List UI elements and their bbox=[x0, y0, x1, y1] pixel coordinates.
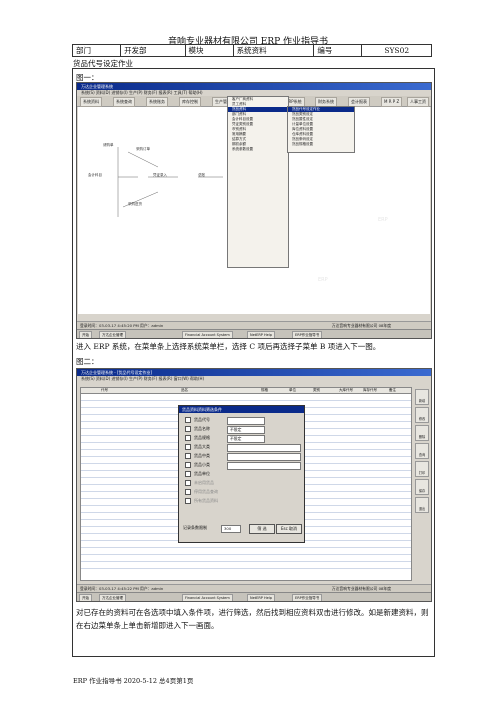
field-unit-row: 货品单位 bbox=[185, 470, 210, 478]
field-big-class-input[interactable] bbox=[227, 444, 301, 452]
fig2-grid-header: 代号 品名 规格 单位 类别 大库代号 库存代号 备注 bbox=[81, 388, 411, 394]
fig1-tool-2[interactable]: 系统查询 bbox=[113, 97, 135, 107]
field-code-row: 货品代号 bbox=[185, 416, 210, 424]
fig2-task-4[interactable]: ERP作业指导书 bbox=[292, 594, 323, 601]
field-spec-row: 货品规格 bbox=[185, 434, 210, 442]
fig1-tool-1[interactable]: 系统资料 bbox=[80, 97, 102, 107]
fig2-task-2[interactable]: Financial Account System bbox=[182, 594, 233, 601]
option-disabled-1: 未启用货品 bbox=[185, 479, 214, 487]
fig1-status-text: 登录时间：03-03-17 4:45:20 PM 用户：admin bbox=[80, 323, 164, 328]
flow-node-4: 凭证录入 bbox=[153, 173, 167, 177]
flow-node-2: 采购订单 bbox=[136, 147, 150, 151]
field-spec-input[interactable]: 不限定 bbox=[227, 435, 265, 443]
field-mid-class-input[interactable] bbox=[227, 453, 301, 461]
col-name[interactable]: 品名 bbox=[181, 388, 188, 393]
col-stock[interactable]: 库存代号 bbox=[363, 388, 377, 393]
flow-node-5: 总账 bbox=[198, 173, 205, 177]
side-print-button[interactable]: 打印 bbox=[415, 461, 429, 477]
menu-sub-item-8[interactable]: 货品规格设置 bbox=[288, 142, 354, 147]
side-edit-button[interactable]: 修改 bbox=[415, 407, 429, 423]
fig2-status-text: 登录时间：03-03-17 4:45:22 PM 用户：admin bbox=[80, 586, 164, 591]
fig2-titlebar: 万达企业管理系统 - [货品代号设定作业] bbox=[77, 369, 431, 376]
fig1-tool-10[interactable]: 人事工资 bbox=[407, 97, 429, 107]
record-limit-label: 记录条数限制 bbox=[183, 525, 207, 530]
header-code-value: SYS02 bbox=[361, 44, 432, 57]
col-code[interactable]: 代号 bbox=[101, 388, 108, 393]
fig2-taskbar: 开始 万达企业管理 Financial Account System NetER… bbox=[77, 592, 431, 601]
option-disabled-2: 停用货品查询 bbox=[185, 488, 218, 496]
field-mid-class-row: 货品中类 bbox=[185, 452, 210, 460]
fig2-task-1[interactable]: 万达企业管理 bbox=[99, 594, 126, 601]
header-module-label: 模块 bbox=[184, 44, 234, 57]
flow-node-1: 请购单 bbox=[103, 143, 114, 147]
header-dept-value: 开发部 bbox=[120, 44, 186, 57]
field-code-input[interactable] bbox=[227, 417, 265, 425]
field-big-class-row: 货品大类 bbox=[185, 443, 210, 451]
header-code-label: 编号 bbox=[313, 44, 363, 57]
fig1-titlebar: 万达企业管理系统 bbox=[77, 83, 431, 90]
fig2-company: 万达音响专业器材有限公司 08年度 bbox=[331, 586, 391, 591]
fig1-task-3[interactable]: NetERP Help bbox=[247, 331, 275, 338]
fig1-tool-9[interactable]: M R P Z bbox=[381, 97, 403, 107]
fig1-menu-sub: 货品代号设定作业 货品类别设定 货品属性设定 计量单位设置 库位资料设置 仓库资… bbox=[287, 106, 355, 153]
fig1-task-1[interactable]: 万达企业管理 bbox=[99, 331, 126, 338]
header-dept-label: 部门 bbox=[71, 44, 122, 57]
field-small-class-input[interactable] bbox=[227, 462, 301, 470]
field-small-class-row: 货品小类 bbox=[185, 461, 210, 469]
record-limit-input[interactable]: 300 bbox=[221, 525, 241, 533]
header-module-value: 系统资料 bbox=[232, 44, 315, 57]
paragraph-1: 进入 ERP 系统，在菜单条上选择系统菜单栏，选择 C 项后再选择子菜单 B 项… bbox=[76, 342, 381, 351]
figure1-screenshot: 万达企业管理系统 系统(S) 资料(D) 进销存(I) 生产(P) 财务(F) … bbox=[76, 82, 432, 339]
filter-dialog-title: 货品资料资料筛选条件 bbox=[179, 406, 304, 413]
flow-node-7: 采购进货 bbox=[128, 202, 142, 206]
fig2-task-3[interactable]: NetERP Help bbox=[247, 594, 275, 601]
side-new-button[interactable]: 新增 bbox=[415, 389, 429, 405]
filter-dialog: 货品资料资料筛选条件 货品代号 货品名称 不限定 货品规格 不限定 货品大类 货… bbox=[178, 405, 305, 543]
col-spec[interactable]: 规格 bbox=[261, 388, 268, 393]
field-code-checkbox[interactable] bbox=[185, 417, 191, 423]
col-category[interactable]: 类别 bbox=[313, 388, 320, 393]
field-name-input[interactable]: 不限定 bbox=[227, 426, 265, 434]
fig1-task-4[interactable]: ERP作业指导书 bbox=[292, 331, 323, 338]
side-delete-button[interactable]: 删除 bbox=[415, 425, 429, 441]
fig1-menu-main: 客户厂商资料 员工资料 货品资料 部门资料 会计科目设置 凭证类别设置 币别资料… bbox=[227, 96, 289, 268]
field-name-row: 货品名称 bbox=[185, 425, 210, 433]
fig2-menubar: 系统(S) 资料(D) 进销存(I) 生产(P) 财务(F) 报表(R) 窗口(… bbox=[77, 376, 431, 382]
figure2-label: 图二： bbox=[76, 357, 99, 366]
col-remark[interactable]: 备注 bbox=[389, 388, 396, 393]
fig1-task-2[interactable]: Financial Account System bbox=[182, 331, 233, 338]
filter-ok-button[interactable]: 筛 选 bbox=[249, 524, 275, 534]
fig1-tool-3[interactable]: 系统账务 bbox=[146, 97, 168, 107]
side-save-button[interactable]: 保存 bbox=[415, 479, 429, 495]
doc-footer: ERP 作业指导书 2020-5-12 总4页第1页 bbox=[73, 677, 194, 685]
fig1-tool-4[interactable]: 库存控制 bbox=[179, 97, 201, 107]
side-query-button[interactable]: 查询 bbox=[415, 443, 429, 459]
figure2-screenshot: 万达企业管理系统 - [货品代号设定作业] 系统(S) 资料(D) 进销存(I)… bbox=[76, 368, 432, 602]
fig1-start-button[interactable]: 开始 bbox=[79, 331, 92, 338]
fig1-taskbar: 开始 万达企业管理 Financial Account System NetER… bbox=[77, 329, 431, 338]
side-exit-button[interactable]: 退出 bbox=[415, 497, 429, 513]
fig2-start-button[interactable]: 开始 bbox=[79, 594, 92, 601]
menu-main-item-11[interactable]: 系统参数设置 bbox=[228, 147, 288, 152]
fig1-company: 万达音响专业器材有限公司 08年度 bbox=[331, 323, 391, 328]
fig1-status-bar: 登录时间：03-03-17 4:45:20 PM 用户：admin 万达音响专业… bbox=[77, 321, 431, 329]
col-unit[interactable]: 单位 bbox=[289, 388, 296, 393]
fig2-status-bar: 登录时间：03-03-17 4:45:22 PM 用户：admin 万达音响专业… bbox=[77, 584, 431, 592]
header-table: 部门 开发部 模块 系统资料 编号 SYS02 bbox=[71, 44, 432, 57]
paragraph-2: 对已存在的资料可在各选项中填入条件项，进行筛选，然后找到相应资料双击进行修改。如… bbox=[76, 608, 429, 630]
col-big-stock[interactable]: 大库代号 bbox=[339, 388, 353, 393]
filter-cancel-button[interactable]: Esc 取消 bbox=[276, 524, 302, 534]
flow-node-3: 会计科目 bbox=[88, 173, 102, 177]
option-disabled-3: 所有货品资料 bbox=[185, 497, 218, 505]
